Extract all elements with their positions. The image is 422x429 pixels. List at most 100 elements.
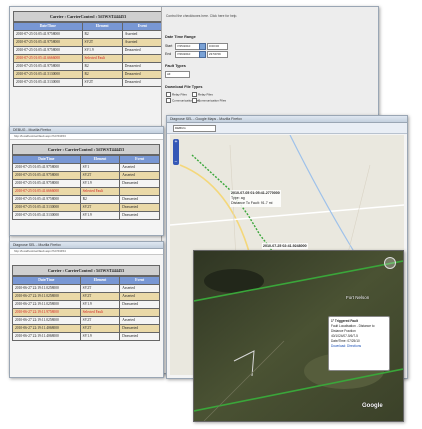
table-row[interactable]: 2010-07-25 01:05:41.5130000 SV1.9 Deassert… [12,211,160,220]
cell-dt: 2010-06-27 22:19:11.4068000 [12,324,81,333]
option-label: Relay Files [198,92,213,97]
cell-ev: Deasserted [119,324,160,333]
url-bar[interactable]: http://localhost/sel/fault.aspx?id=53454 [10,249,163,255]
table-row[interactable]: 2010-06-27 22:19:11.4068000 SV1.9 Deassert… [12,332,160,341]
cell-el: SV2T [79,292,121,301]
events-table: Date/Time Element Event 2010-07-25 01:05:4… [12,155,160,220]
cell-ev: Deasserted [119,195,160,204]
google-earth-window: Fort Nelson 1° Triggered Fault Fault Loc… [193,250,404,422]
cell-dt: 2010-07-25 01:05:41.5130000 [13,70,83,79]
satellite-view[interactable]: Fort Nelson 1° Triggered Fault Fault Loc… [194,251,403,421]
cell-dt: 2010-07-25 01:05:41.5130000 [13,78,83,87]
zoom-in-icon[interactable]: + [173,139,179,145]
table-row[interactable]: 2010-07-25 01:05:41.9758000 SV2T Asserted [12,171,160,180]
calendar-icon[interactable] [199,43,206,50]
cell-ev [119,308,160,317]
cell-ev: Deasserted [119,203,160,212]
cell-el: SV2T [81,38,123,47]
cell-dt: 2010-07-25 01:05:41.6666000 [12,187,81,196]
cell-el: SV2T [79,316,121,325]
google-logo: Google [362,403,383,409]
start-time-input[interactable]: 0:00:00 [207,43,228,50]
option-comm-files-2[interactable]: Communication Files [192,98,226,103]
cell-ev: Deasserted [119,179,160,188]
panel-title: Carrier : CarrierControl : 5#5WST444453 [12,265,160,276]
cell-el: R2 [81,70,123,79]
cell-dt: 2010-07-25 01:05:41.9758000 [13,62,83,71]
cell-dt: 2010-07-25 01:05:41.5130000 [12,211,81,220]
popup: 1° Triggered Fault Fault Localisation - … [328,316,390,371]
popup-line5[interactable]: Download: Directions [331,344,387,349]
cell-ev: Asserted [119,163,160,172]
table-row[interactable]: 2010-06-27 22:19:11.0258000 SV2T Asserted [12,316,160,325]
cell-el: SV2T [79,171,121,180]
url-bar[interactable]: http://localhost/sel/fault.aspx?id=53453 [10,134,163,140]
cell-el: R2 [79,195,121,204]
option-relay-files[interactable]: Relay Files [166,92,187,97]
cell-el: SV2T [79,324,121,333]
cell-el: SV2T [79,203,121,212]
table-row-selected-fault[interactable]: 2010-07-25 01:05:41.6666000 Selected Faul… [12,187,160,196]
cell-ev: Deasserted [121,46,164,55]
cell-ev: Deasserted [121,70,164,79]
cell-el: SV1.9 [79,300,121,309]
table-row[interactable]: 2010-07-25 01:05:41.5130000 SV2T Deasserte… [13,78,164,87]
col-element: Element [79,155,121,164]
hint-text: Control the checkboxes here. Click here … [166,14,238,18]
table-row-selected-fault[interactable]: 2010-06-27 22:19:11.9758000 Selected Faul… [12,308,160,317]
cell-dt: 2010-07-25 01:05:41.9758000 [13,46,83,55]
table-row[interactable]: 2010-07-25 01:05:41.9758000 SV1.9 Deassert… [12,179,160,188]
firefox-window-debug: DEBUG - Mozilla Firefox http://localhost… [9,126,164,236]
table-row[interactable]: 2010-07-25 01:05:41.5130000 R2 Deasserted [13,70,164,79]
cell-el: SV1 [79,163,121,172]
table-row[interactable]: 2010-07-25 01:05:41.9758000 R2 Deasserted [12,195,160,204]
carrier-panel-top: Carrier : CarrierControl : 5#5WST444453 … [13,11,164,87]
table-row-selected-fault[interactable]: 2010-07-25 01:05:41.6666000 Selected Faul… [13,54,164,63]
calendar-icon[interactable] [199,51,206,58]
compass-icon[interactable] [384,257,396,269]
end-time-input[interactable]: 23:59:59 [207,51,228,58]
table-row[interactable]: 2010-07-25 01:05:41.9758000 SV1 Asserted [12,163,160,172]
table-row[interactable]: 2010-07-25 01:05:41.9758000 R2 Asserted [13,30,164,39]
checkbox-icon [166,98,171,103]
table-row[interactable]: 2010-06-27 22:19:11.0258000 SV2T Asserted [12,292,160,301]
col-event: Event [121,22,164,31]
cell-el: SV1.9 [81,46,123,55]
zoom-out-icon[interactable]: − [173,159,179,165]
cell-dt: 2010-07-25 01:05:41.5130000 [12,203,81,212]
cell-el: SV1.9 [79,211,121,220]
cell-dt: 2010-06-27 22:19:11.0258000 [12,316,81,325]
checkbox-icon [192,92,197,97]
cell-el: R2 [81,30,123,39]
cell-ev: Asserted [119,292,160,301]
table-row[interactable]: 2010-07-25 01:05:41.9758000 SV2T Asserted [13,38,164,47]
cell-dt: 2010-07-25 01:05:41.9758000 [13,30,83,39]
cell-dt: 2010-07-25 01:05:41.9758000 [12,195,81,204]
end-date-input[interactable]: 7/26/2010 [175,51,200,58]
address-input[interactable]: DEBUG [173,125,216,132]
table-row[interactable]: 2010-06-27 22:19:11.0258000 SV1.9 Deassert… [12,300,160,309]
download-file-types-label: Download File Types [165,85,203,89]
col-event: Event [119,155,160,164]
checkbox-icon [166,92,171,97]
table-row[interactable]: 2010-07-25 01:05:41.9758000 SV1.9 Deassert… [13,46,164,55]
carrier-panel-debug: Carrier : CarrierControl : 5#5WST444453 … [12,144,160,220]
cell-dt: 2010-06-27 22:19:11.9758000 [12,308,81,317]
fault-type-select[interactable]: All [165,71,190,78]
cell-ev: Asserted [119,316,160,325]
cell-el: SV2T [79,284,121,293]
table-row[interactable]: 2010-06-27 22:19:11.0258000 SV2T Asserted [12,284,160,293]
cell-dt: 2010-06-27 22:19:11.0258000 [12,284,81,293]
panel-title: Carrier : CarrierControl : 5#5WST444453 [12,144,160,155]
cell-el: SV1.9 [79,179,121,188]
cell-ev: Deasserted [119,332,160,341]
option-relay-files-2[interactable]: Relay Files [192,92,213,97]
col-element: Element [81,22,123,31]
cell-dt: 2010-07-25 01:05:41.9758000 [13,38,83,47]
checkbox-icon [192,98,197,103]
cell-dt: 2010-07-25 01:05:41.9758000 [12,179,81,188]
table-row[interactable]: 2010-07-25 01:05:41.9758000 R2 Deasserted [13,62,164,71]
table-row[interactable]: 2010-06-27 22:19:11.4068000 SV2T Deasserte… [12,324,160,333]
table-row[interactable]: 2010-07-25 01:05:41.5130000 SV2T Deasserte… [12,203,160,212]
start-date-input[interactable]: 7/25/2010 [175,43,200,50]
